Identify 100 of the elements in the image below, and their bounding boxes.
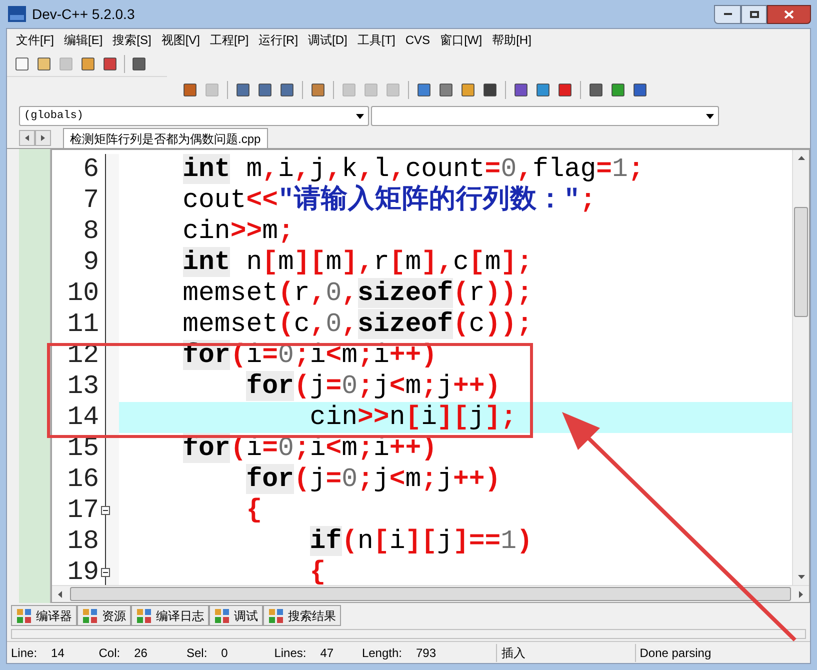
status-label: Sel: [186, 644, 208, 662]
bottom-tab[interactable]: 编译日志 [131, 605, 209, 626]
line-number: 18 [66, 526, 100, 557]
status-value: 0 [221, 644, 228, 662]
line-number: 17 [66, 495, 100, 526]
toolbar-icon [310, 82, 326, 98]
toolbar-icon [182, 82, 198, 98]
toolbar-icon [438, 82, 454, 98]
toolbar-icon [36, 56, 52, 72]
maximize-button[interactable] [741, 4, 767, 24]
toolbar-icon [235, 82, 251, 98]
code-line: int m,i,j,k,l,count=0,flag=1; [182, 154, 645, 184]
menu-item[interactable]: 工程[P] [205, 31, 254, 49]
class-dropdown[interactable]: (globals) [19, 106, 369, 126]
scrollbar-thumb[interactable] [70, 587, 791, 601]
vertical-scrollbar[interactable] [792, 150, 809, 585]
toolbar-icon [204, 82, 220, 98]
bottom-tab[interactable]: 调试 [209, 605, 263, 626]
line-number: 7 [82, 185, 100, 216]
close-button[interactable] [767, 4, 811, 24]
status-label: Length: [362, 644, 402, 662]
scrollbar-thumb[interactable] [794, 207, 808, 317]
toolbar-icon [279, 82, 295, 98]
line-number: 11 [66, 309, 100, 340]
horizontal-scrollbar[interactable] [52, 585, 809, 602]
menu-item[interactable]: 工具[T] [352, 31, 400, 49]
toolbar-icon [513, 82, 529, 98]
toolbar-icon [557, 82, 573, 98]
menu-item[interactable]: 视图[V] [156, 31, 206, 49]
fold-toggle-icon[interactable] [101, 506, 110, 515]
toolbar-icon [416, 82, 432, 98]
dropdown-value: (globals) [24, 108, 84, 124]
toolbar-icon [385, 82, 401, 98]
code-line: cin>>m; [182, 216, 295, 247]
status-label: Line: [11, 644, 38, 662]
bottom-tab[interactable]: 编译器 [11, 605, 77, 626]
menu-item[interactable]: 编辑[E] [59, 31, 108, 49]
tab-icon [16, 608, 32, 624]
minimize-button[interactable] [714, 4, 741, 24]
code-line: { [245, 495, 264, 526]
code-line: for(j=0;j<m;j++) [245, 371, 502, 402]
status-value: 插入 [501, 644, 526, 662]
menu-item[interactable]: 调试[D] [303, 31, 352, 49]
menu-item[interactable]: CVS [400, 31, 436, 49]
toolbar-icon [632, 82, 648, 98]
menu-item[interactable]: 运行[R] [254, 31, 304, 49]
tab-icon [82, 608, 98, 624]
line-number: 6 [82, 154, 100, 185]
status-value: Done parsing [640, 644, 712, 662]
toolbar-icon [58, 56, 74, 72]
member-dropdown[interactable] [371, 106, 719, 126]
code-line: if(n[i][j]==1) [308, 526, 534, 557]
status-label: Lines: [274, 644, 306, 662]
toolbar-icon [14, 56, 30, 72]
code-line: { [308, 557, 327, 585]
file-tab[interactable]: 检测矩阵行列是否都为偶数问题.cpp [63, 128, 268, 148]
tab-icon [214, 608, 230, 624]
toolbar-icon [535, 82, 551, 98]
code-line: int n[m][m],r[m],c[m]; [182, 247, 534, 278]
fold-toggle-icon[interactable] [101, 568, 110, 577]
dropdown-arrow-icon [356, 114, 364, 118]
menu-item[interactable]: 文件[F] [11, 31, 59, 49]
status-value: 26 [134, 644, 148, 662]
tab-scroll-left-button[interactable] [19, 130, 35, 146]
tab-scroll-right-button[interactable] [35, 130, 51, 146]
right-arrow-icon [41, 135, 45, 141]
dropdown-arrow-icon [706, 114, 714, 118]
line-number: 19 [66, 557, 100, 585]
code-line: memset(c,0,sizeof(c)); [182, 309, 534, 340]
menu-item[interactable]: 窗口[W] [435, 31, 488, 49]
app-logo-icon [8, 6, 26, 22]
left-arrow-icon [25, 135, 29, 141]
bottom-tab[interactable]: 资源 [77, 605, 131, 626]
status-label: Col: [98, 644, 120, 662]
toolbar-icon [588, 82, 604, 98]
window-title: Dev-C++ 5.2.0.3 [32, 4, 135, 24]
bottom-tab[interactable]: 搜索结果 [263, 605, 341, 626]
line-number: 10 [66, 278, 100, 309]
line-number: 9 [82, 247, 100, 278]
line-number: 16 [66, 464, 100, 495]
code-line: cout<<"请输入矩阵的行列数："; [182, 185, 597, 216]
toolbar-icon [460, 82, 476, 98]
line-number: 13 [66, 371, 100, 402]
current-line-highlight: cin>>n[i][j]; [119, 402, 792, 433]
toolbar-icon [102, 56, 118, 72]
code-line: for(j=0;j<m;j++) [245, 464, 502, 495]
status-value: 14 [51, 644, 64, 662]
tab-icon [268, 608, 284, 624]
close-icon [784, 10, 794, 18]
tab-icon [136, 608, 152, 624]
status-value: 47 [320, 644, 334, 662]
toolbar-icon [131, 56, 147, 72]
code-line: memset(r,0,sizeof(r)); [182, 278, 534, 309]
menu-item[interactable]: 帮助[H] [487, 31, 536, 49]
menu-item[interactable]: 搜索[S] [108, 31, 156, 49]
toolbar-icon [341, 82, 357, 98]
status-value: 793 [416, 644, 436, 662]
line-number: 14 [66, 402, 100, 433]
line-number: 8 [82, 216, 100, 247]
line-number: 15 [66, 433, 100, 464]
